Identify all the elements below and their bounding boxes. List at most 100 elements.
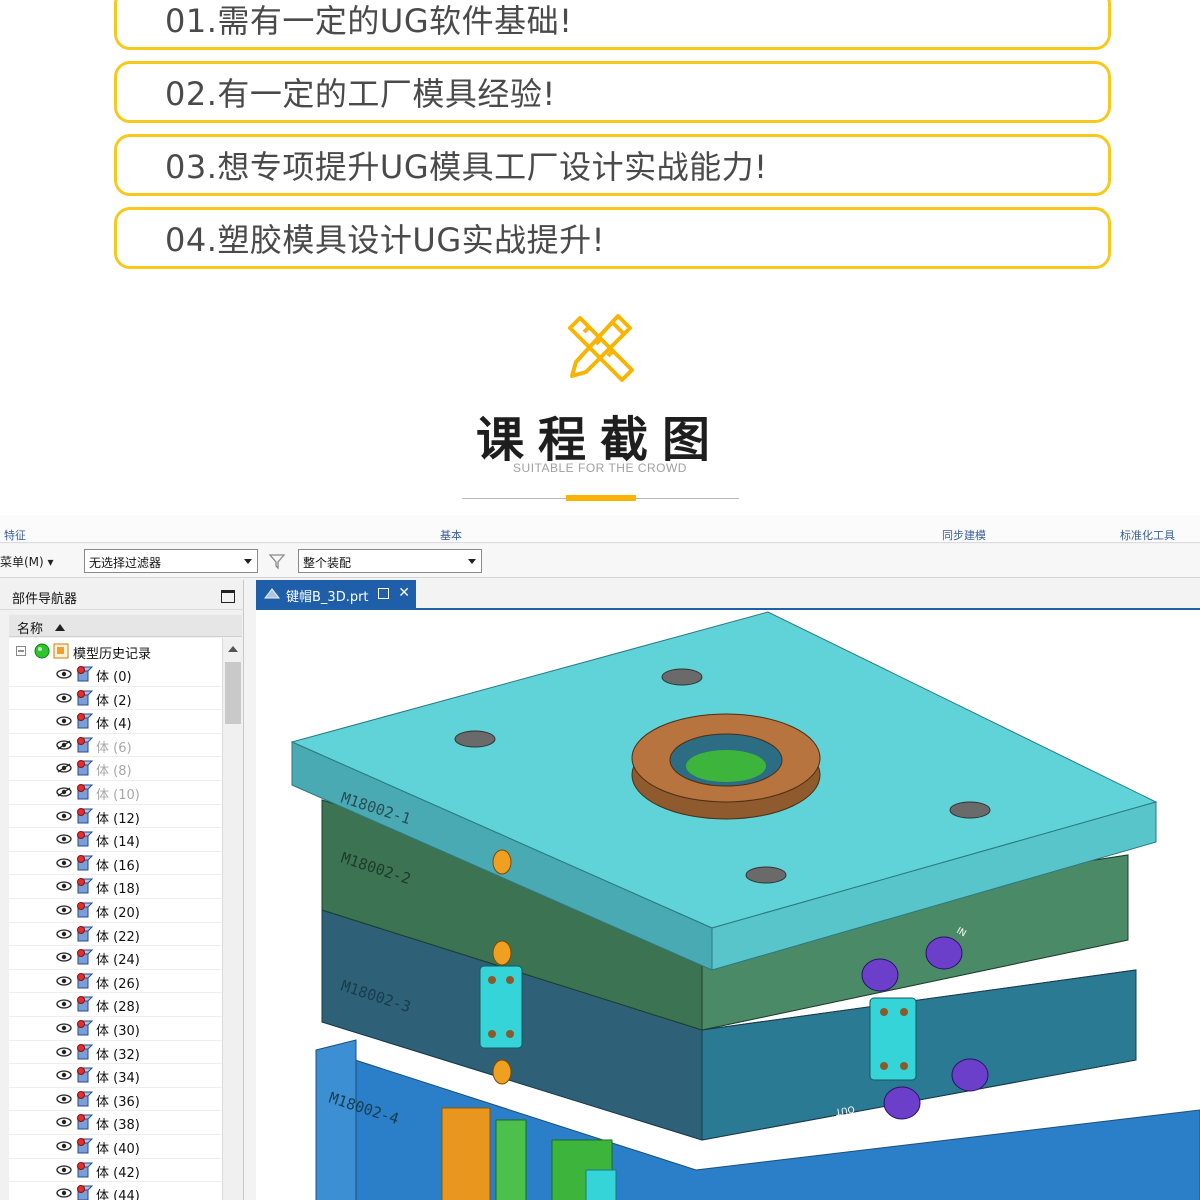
maximize-icon[interactable] bbox=[221, 590, 235, 603]
tree-row[interactable]: 体 (2) bbox=[9, 687, 222, 711]
eye-icon[interactable] bbox=[56, 1070, 72, 1080]
tree-row-label: 体 (22) bbox=[96, 929, 140, 945]
solid-body-icon bbox=[76, 1114, 93, 1130]
tree-row-label: 体 (6) bbox=[96, 740, 132, 756]
tree-row[interactable]: 体 (34) bbox=[9, 1064, 222, 1088]
eye-icon[interactable] bbox=[56, 1188, 72, 1198]
mold-assembly-model: M18002-1 M18002-2 M18002-3 M18002-4 OUT bbox=[290, 611, 1200, 1200]
tree-row[interactable]: 体 (24) bbox=[9, 946, 222, 970]
eye-hidden-icon[interactable] bbox=[56, 787, 72, 797]
eye-hidden-icon[interactable] bbox=[56, 740, 72, 750]
ribbon-label-std-tools[interactable]: 标准化工具 bbox=[1120, 527, 1175, 543]
eye-icon[interactable] bbox=[56, 1164, 72, 1175]
divider-accent bbox=[566, 495, 636, 501]
requirement-1: 01.需有一定的UG软件基础! bbox=[114, 0, 1111, 50]
eye-icon[interactable] bbox=[56, 834, 72, 844]
requirement-2-text: 02.有一定的工厂模具经验! bbox=[165, 75, 556, 113]
scroll-thumb[interactable] bbox=[225, 662, 241, 724]
eye-icon[interactable] bbox=[56, 1117, 72, 1128]
filter-icon[interactable] bbox=[268, 552, 286, 570]
requirement-3: 03.想专项提升UG模具工厂设计实战能力! bbox=[114, 134, 1111, 196]
eye-icon[interactable] bbox=[56, 858, 72, 868]
collapse-icon[interactable] bbox=[16, 646, 26, 656]
tree-row-label: 体 (36) bbox=[96, 1094, 140, 1110]
ribbon-label-basic[interactable]: 基本 bbox=[440, 527, 462, 543]
chevron-down-icon bbox=[468, 559, 476, 564]
column-name-label: 名称 bbox=[17, 622, 44, 637]
eye-icon[interactable] bbox=[56, 1046, 72, 1057]
tree-row[interactable]: 体 (4) bbox=[9, 710, 222, 734]
eye-icon[interactable] bbox=[56, 810, 72, 821]
tree-root-label: 模型历史记录 bbox=[73, 647, 152, 662]
tree-row[interactable]: 体 (8) bbox=[9, 757, 222, 781]
tree-row[interactable]: 体 (40) bbox=[9, 1135, 222, 1159]
eye-hidden-icon[interactable] bbox=[56, 763, 72, 774]
tree-row[interactable]: 体 (0) bbox=[9, 663, 222, 687]
solid-body-icon bbox=[76, 1067, 93, 1083]
tab-part-file[interactable]: 键帽B_3D.prt ✕ bbox=[256, 580, 416, 608]
eye-icon[interactable] bbox=[56, 669, 72, 679]
tree-row[interactable]: 体 (16) bbox=[9, 852, 222, 876]
graphics-viewport[interactable]: M18002-1 M18002-2 M18002-3 M18002-4 OUT bbox=[256, 608, 1200, 1200]
solid-body-icon bbox=[76, 1020, 93, 1036]
solid-body-icon bbox=[76, 666, 93, 682]
tree-row-label: 体 (42) bbox=[96, 1165, 140, 1181]
eye-icon[interactable] bbox=[56, 1141, 72, 1151]
solid-body-icon bbox=[76, 902, 93, 918]
solid-body-icon bbox=[76, 1161, 93, 1178]
section-subtitle: SUITABLE FOR THE CROWD bbox=[513, 461, 687, 475]
eye-icon[interactable] bbox=[56, 999, 72, 1010]
close-icon[interactable]: ✕ bbox=[398, 585, 410, 601]
pencil-ruler-icon bbox=[568, 314, 634, 382]
tree-row[interactable]: 体 (42) bbox=[9, 1159, 222, 1183]
navigator-scrollbar[interactable] bbox=[222, 638, 242, 1200]
ribbon-label-sync-modeling[interactable]: 同步建模 bbox=[942, 527, 986, 543]
tree-root-model-history[interactable]: 模型历史记录 bbox=[9, 640, 222, 663]
tree-row[interactable]: 体 (26) bbox=[9, 970, 222, 994]
tree-row[interactable]: 体 (18) bbox=[9, 875, 222, 899]
solid-body-icon bbox=[76, 996, 93, 1012]
eye-icon[interactable] bbox=[56, 928, 72, 939]
ribbon-group-labels: 特征 基本 同步建模 标准化工具 bbox=[0, 515, 1200, 543]
cad-window: 特征 基本 同步建模 标准化工具 菜单(M) ▾ 无选择过滤器 整个装配 部件导… bbox=[0, 515, 1200, 1200]
history-icon bbox=[53, 643, 69, 659]
tree-row[interactable]: 体 (14) bbox=[9, 828, 222, 852]
tree-row[interactable]: 体 (6) bbox=[9, 734, 222, 758]
eye-icon[interactable] bbox=[56, 1023, 72, 1033]
tree-row[interactable]: 体 (30) bbox=[9, 1017, 222, 1041]
tree-row[interactable]: 体 (28) bbox=[9, 993, 222, 1017]
eye-icon[interactable] bbox=[56, 881, 72, 892]
ribbon-label-feature[interactable]: 特征 bbox=[4, 527, 26, 543]
menu-button[interactable]: 菜单(M) ▾ bbox=[0, 553, 54, 570]
selection-filter-dropdown[interactable]: 无选择过滤器 bbox=[84, 549, 258, 573]
scroll-up-icon[interactable] bbox=[228, 646, 238, 652]
popout-icon[interactable] bbox=[378, 588, 389, 599]
eye-icon[interactable] bbox=[56, 952, 72, 962]
tree-row[interactable]: 体 (36) bbox=[9, 1088, 222, 1112]
solid-body-icon bbox=[76, 1185, 93, 1200]
tree-row[interactable]: 体 (20) bbox=[9, 899, 222, 923]
eye-icon[interactable] bbox=[56, 716, 72, 726]
tree-row-label: 体 (28) bbox=[96, 1000, 140, 1016]
requirement-4: 04.塑胶模具设计UG实战提升! bbox=[114, 207, 1111, 269]
tree-row[interactable]: 体 (10) bbox=[9, 781, 222, 805]
toolbar: 菜单(M) ▾ 无选择过滤器 整个装配 bbox=[0, 544, 1200, 578]
scope-dropdown[interactable]: 整个装配 bbox=[298, 549, 482, 573]
tree-row[interactable]: 体 (38) bbox=[9, 1111, 222, 1135]
tree-row-label: 体 (16) bbox=[96, 858, 140, 874]
selection-filter-value: 无选择过滤器 bbox=[89, 556, 162, 570]
tree-row-label: 体 (14) bbox=[96, 835, 140, 851]
tree-row[interactable]: 体 (22) bbox=[9, 923, 222, 947]
eye-icon[interactable] bbox=[56, 692, 72, 703]
tree-row-label: 体 (44) bbox=[96, 1189, 140, 1200]
tree-row[interactable]: 体 (44) bbox=[9, 1182, 222, 1200]
eye-icon[interactable] bbox=[56, 976, 72, 986]
column-header-name[interactable]: 名称 bbox=[9, 615, 242, 637]
tree-row[interactable]: 体 (32) bbox=[9, 1041, 222, 1065]
eye-icon[interactable] bbox=[56, 1094, 72, 1104]
solid-body-icon bbox=[76, 925, 93, 942]
tree-row-label: 体 (0) bbox=[96, 670, 132, 685]
tree-row[interactable]: 体 (12) bbox=[9, 805, 222, 829]
section-header: 课程截图 SUITABLE FOR THE CROWD bbox=[0, 300, 1200, 510]
eye-icon[interactable] bbox=[56, 905, 72, 915]
